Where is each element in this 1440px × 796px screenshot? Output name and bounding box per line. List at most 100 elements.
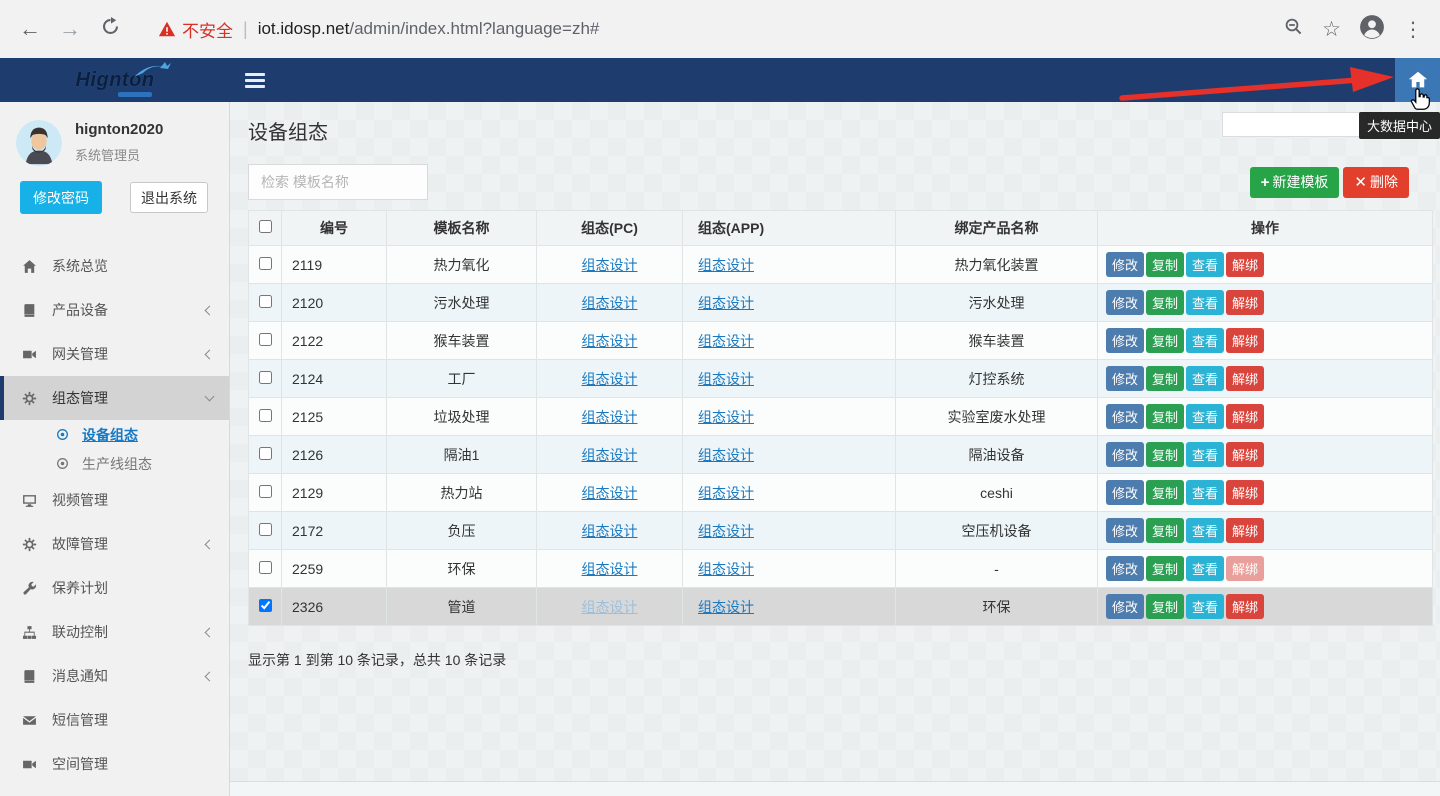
action-edit-button[interactable]: 修改 bbox=[1106, 404, 1144, 429]
action-view-button[interactable]: 查看 bbox=[1186, 480, 1224, 505]
sidebar-item-2[interactable]: 网关管理 bbox=[0, 332, 229, 376]
sidebar-subitem-3-1[interactable]: 生产线组态 bbox=[0, 449, 229, 478]
action-unbind-button[interactable]: 解绑 bbox=[1226, 252, 1264, 277]
new-template-button[interactable]: +新建模板 bbox=[1250, 167, 1340, 198]
brand-logo[interactable]: Hignton bbox=[0, 58, 230, 102]
app-config-link[interactable]: 组态设计 bbox=[698, 523, 754, 539]
action-unbind-button[interactable]: 解绑 bbox=[1226, 442, 1264, 467]
action-edit-button[interactable]: 修改 bbox=[1106, 328, 1144, 353]
bigdata-home-button[interactable] bbox=[1395, 58, 1440, 102]
browser-back-icon[interactable]: ← bbox=[10, 16, 50, 42]
row-checkbox[interactable] bbox=[259, 409, 272, 422]
bookmark-star-icon[interactable]: ☆ bbox=[1322, 17, 1341, 42]
app-config-link[interactable]: 组态设计 bbox=[698, 599, 754, 615]
table-row[interactable]: 2129热力站组态设计组态设计ceshi修改复制查看解绑 bbox=[249, 474, 1433, 512]
action-edit-button[interactable]: 修改 bbox=[1106, 366, 1144, 391]
browser-reload-icon[interactable] bbox=[90, 16, 130, 42]
action-view-button[interactable]: 查看 bbox=[1186, 290, 1224, 315]
action-view-button[interactable]: 查看 bbox=[1186, 404, 1224, 429]
sidebar-item-9[interactable]: 短信管理 bbox=[0, 698, 229, 742]
table-row[interactable]: 2172负压组态设计组态设计空压机设备修改复制查看解绑 bbox=[249, 512, 1433, 550]
table-row[interactable]: 2122猴车装置组态设计组态设计猴车装置修改复制查看解绑 bbox=[249, 322, 1433, 360]
row-checkbox[interactable] bbox=[259, 257, 272, 270]
app-config-link[interactable]: 组态设计 bbox=[698, 257, 754, 273]
change-password-button[interactable]: 修改密码 bbox=[20, 181, 102, 214]
table-row[interactable]: 2125垃圾处理组态设计组态设计实验室废水处理修改复制查看解绑 bbox=[249, 398, 1433, 436]
action-view-button[interactable]: 查看 bbox=[1186, 252, 1224, 277]
app-config-link[interactable]: 组态设计 bbox=[698, 561, 754, 577]
app-config-link[interactable]: 组态设计 bbox=[698, 371, 754, 387]
sidebar-item-1[interactable]: 产品设备 bbox=[0, 288, 229, 332]
action-unbind-button[interactable]: 解绑 bbox=[1226, 328, 1264, 353]
action-edit-button[interactable]: 修改 bbox=[1106, 594, 1144, 619]
row-checkbox[interactable] bbox=[259, 599, 272, 612]
action-copy-button[interactable]: 复制 bbox=[1146, 480, 1184, 505]
action-unbind-button[interactable]: 解绑 bbox=[1226, 366, 1264, 391]
action-copy-button[interactable]: 复制 bbox=[1146, 404, 1184, 429]
action-edit-button[interactable]: 修改 bbox=[1106, 252, 1144, 277]
action-view-button[interactable]: 查看 bbox=[1186, 442, 1224, 467]
pc-config-link[interactable]: 组态设计 bbox=[582, 409, 638, 425]
action-unbind-button[interactable]: 解绑 bbox=[1226, 594, 1264, 619]
action-copy-button[interactable]: 复制 bbox=[1146, 290, 1184, 315]
action-unbind-button[interactable]: 解绑 bbox=[1226, 290, 1264, 315]
action-copy-button[interactable]: 复制 bbox=[1146, 328, 1184, 353]
action-unbind-button[interactable]: 解绑 bbox=[1226, 480, 1264, 505]
action-edit-button[interactable]: 修改 bbox=[1106, 290, 1144, 315]
action-edit-button[interactable]: 修改 bbox=[1106, 480, 1144, 505]
action-view-button[interactable]: 查看 bbox=[1186, 328, 1224, 353]
pc-config-link[interactable]: 组态设计 bbox=[582, 485, 638, 501]
sidebar-item-10[interactable]: 空间管理 bbox=[0, 742, 229, 786]
pc-config-link[interactable]: 组态设计 bbox=[582, 447, 638, 463]
sidebar-item-4[interactable]: 视频管理 bbox=[0, 478, 229, 522]
sidebar-item-5[interactable]: 故障管理 bbox=[0, 522, 229, 566]
row-checkbox[interactable] bbox=[259, 561, 272, 574]
action-copy-button[interactable]: 复制 bbox=[1146, 556, 1184, 581]
zoom-indicator-icon[interactable] bbox=[1284, 17, 1304, 42]
row-checkbox[interactable] bbox=[259, 371, 272, 384]
row-checkbox[interactable] bbox=[259, 523, 272, 536]
pc-config-link[interactable]: 组态设计 bbox=[582, 295, 638, 311]
app-config-link[interactable]: 组态设计 bbox=[698, 409, 754, 425]
sidebar-item-8[interactable]: 消息通知 bbox=[0, 654, 229, 698]
delete-button[interactable]: ✕删除 bbox=[1343, 167, 1409, 198]
pc-config-link[interactable]: 组态设计 bbox=[582, 333, 638, 349]
action-copy-button[interactable]: 复制 bbox=[1146, 442, 1184, 467]
action-copy-button[interactable]: 复制 bbox=[1146, 594, 1184, 619]
action-unbind-button[interactable]: 解绑 bbox=[1226, 518, 1264, 543]
table-search-input[interactable] bbox=[1222, 112, 1368, 137]
table-row[interactable]: 2126隔油1组态设计组态设计隔油设备修改复制查看解绑 bbox=[249, 436, 1433, 474]
row-checkbox[interactable] bbox=[259, 333, 272, 346]
action-view-button[interactable]: 查看 bbox=[1186, 518, 1224, 543]
browser-menu-icon[interactable]: ⋮ bbox=[1403, 17, 1423, 42]
app-config-link[interactable]: 组态设计 bbox=[698, 333, 754, 349]
action-view-button[interactable]: 查看 bbox=[1186, 556, 1224, 581]
row-checkbox[interactable] bbox=[259, 295, 272, 308]
sidebar-item-3[interactable]: 组态管理 bbox=[0, 376, 229, 420]
logout-button[interactable]: 退出系统 bbox=[130, 182, 208, 213]
table-row[interactable]: 2124工厂组态设计组态设计灯控系统修改复制查看解绑 bbox=[249, 360, 1433, 398]
pc-config-link[interactable]: 组态设计 bbox=[582, 523, 638, 539]
sidebar-item-0[interactable]: 系统总览 bbox=[0, 244, 229, 288]
table-row[interactable]: 2119热力氧化组态设计组态设计热力氧化装置修改复制查看解绑 bbox=[249, 246, 1433, 284]
action-copy-button[interactable]: 复制 bbox=[1146, 252, 1184, 277]
action-edit-button[interactable]: 修改 bbox=[1106, 518, 1144, 543]
action-edit-button[interactable]: 修改 bbox=[1106, 556, 1144, 581]
app-config-link[interactable]: 组态设计 bbox=[698, 447, 754, 463]
action-copy-button[interactable]: 复制 bbox=[1146, 366, 1184, 391]
hamburger-menu-icon[interactable] bbox=[245, 73, 265, 88]
sidebar-item-6[interactable]: 保养计划 bbox=[0, 566, 229, 610]
action-unbind-button[interactable]: 解绑 bbox=[1226, 556, 1264, 581]
pc-config-link[interactable]: 组态设计 bbox=[582, 599, 638, 615]
row-checkbox[interactable] bbox=[259, 485, 272, 498]
pc-config-link[interactable]: 组态设计 bbox=[582, 561, 638, 577]
select-all-checkbox[interactable] bbox=[259, 220, 272, 233]
sidebar-subitem-3-0[interactable]: 设备组态 bbox=[0, 420, 229, 449]
user-avatar[interactable] bbox=[16, 120, 62, 166]
browser-profile-icon[interactable] bbox=[1359, 14, 1385, 45]
table-row[interactable]: 2259环保组态设计组态设计-修改复制查看解绑 bbox=[249, 550, 1433, 588]
action-copy-button[interactable]: 复制 bbox=[1146, 518, 1184, 543]
pc-config-link[interactable]: 组态设计 bbox=[582, 371, 638, 387]
sidebar-item-7[interactable]: 联动控制 bbox=[0, 610, 229, 654]
template-search-input[interactable] bbox=[248, 164, 428, 200]
